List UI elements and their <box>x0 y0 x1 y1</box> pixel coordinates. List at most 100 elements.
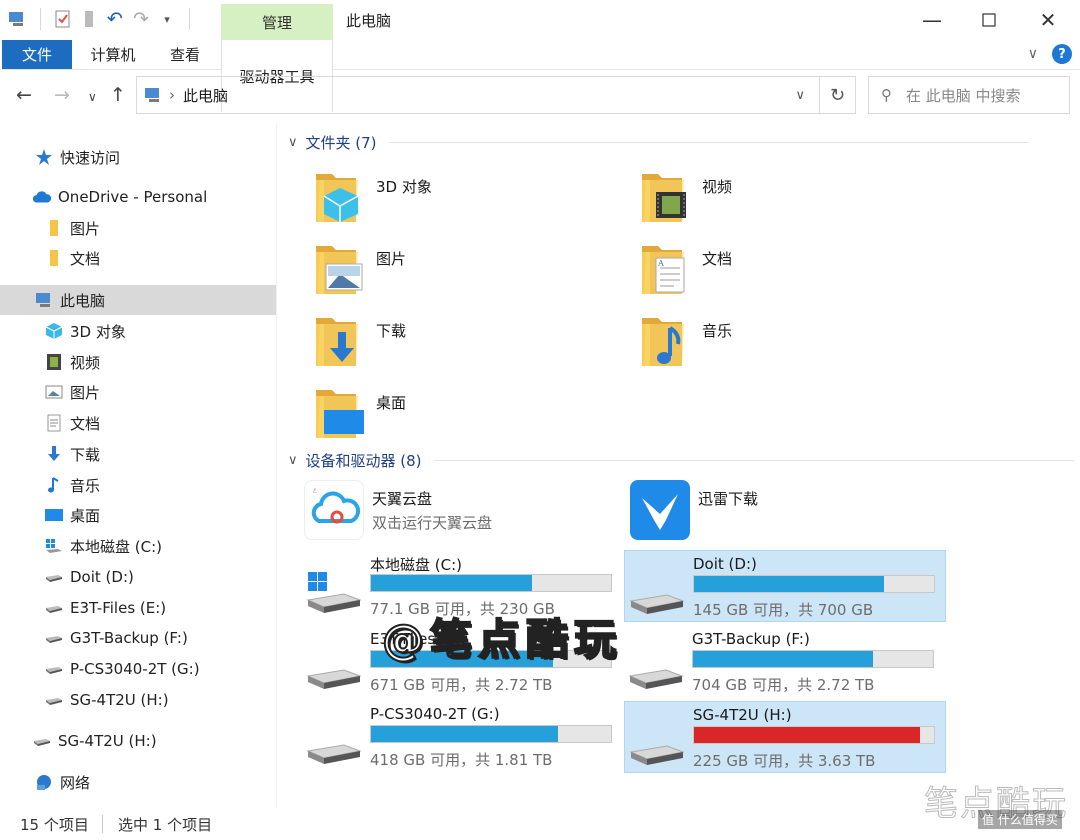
sidebar-item-label: 3D 对象 <box>70 322 126 341</box>
folder-tile[interactable]: 桌面 <box>288 382 608 446</box>
close-button[interactable]: ✕ <box>1020 4 1076 36</box>
folder-name: 下载 <box>376 322 407 340</box>
refresh-button[interactable]: ↻ <box>820 76 856 114</box>
pane-divider[interactable] <box>276 124 277 808</box>
app-name: 迅雷下载 <box>698 490 759 508</box>
manage-tab[interactable]: 管理 <box>221 4 333 40</box>
computer-icon[interactable] <box>8 9 28 29</box>
drive-usage-bar <box>693 575 935 593</box>
sidebar-item[interactable]: 桌面 <box>0 500 276 530</box>
help-icon[interactable]: ? <box>1052 44 1072 64</box>
tab-computer[interactable]: 计算机 <box>78 40 148 69</box>
sidebar-item[interactable]: 视频 <box>0 347 276 377</box>
drive-tile[interactable]: SG-4T2U (H:) 225 GB 可用，共 3.63 TB <box>624 701 946 773</box>
picture-folder-icon <box>312 238 368 298</box>
folder-tile[interactable]: 音乐 <box>614 310 934 374</box>
drive-tile[interactable]: G3T-Backup (F:) 704 GB 可用，共 2.72 TB <box>624 626 946 698</box>
tab-file[interactable]: 文件 <box>2 40 72 69</box>
app-description: 双击运行天翼云盘 <box>372 514 493 532</box>
drive-icon <box>627 569 687 619</box>
sidebar-item[interactable]: SG-4T2U (H:) <box>0 685 276 715</box>
drive-size: 418 GB 可用，共 1.81 TB <box>370 751 553 769</box>
star-icon <box>34 147 54 167</box>
sidebar-item[interactable]: Doit (D:) <box>0 562 276 592</box>
sidebar-item[interactable]: 本地磁盘 (C:) <box>0 531 276 561</box>
group-header-devices[interactable]: ∨ 设备和驱动器 (8) <box>288 450 1074 471</box>
tab-view[interactable]: 查看 <box>152 40 218 69</box>
ribbon: 文件 计算机 查看 驱动器工具 ∨ ? <box>0 40 1080 112</box>
customize-toolbar-icon[interactable]: ▾ <box>157 9 177 29</box>
drive-name: Doit (D:) <box>693 555 757 573</box>
sidebar-item[interactable]: OneDrive - Personal <box>0 182 276 212</box>
drive-icon <box>44 659 64 679</box>
windows-drive-icon <box>304 568 364 618</box>
folder-name: 音乐 <box>702 322 733 340</box>
folder-tile[interactable]: A 文档 <box>614 238 934 302</box>
drive-icon <box>44 628 64 648</box>
drive-usage-fill <box>694 727 920 743</box>
sidebar-item[interactable]: 下载 <box>0 439 276 469</box>
drive-icon <box>626 644 686 694</box>
sidebar-item[interactable]: SG-4T2U (H:) <box>0 726 276 756</box>
folder-name: 图片 <box>376 250 407 268</box>
drive-name: G3T-Backup (F:) <box>692 630 810 648</box>
sidebar-item[interactable]: 网络 <box>0 767 276 797</box>
sidebar-item[interactable]: G3T-Backup (F:) <box>0 623 276 653</box>
sidebar-item[interactable]: P-CS3040-2T (G:) <box>0 654 276 684</box>
drive-icon <box>32 731 52 751</box>
content-pane: ∨ 文件夹 (7) 3D 对象 视频图片 A 文档下载 音乐桌面 ∨ 设备和驱动器 (8… <box>284 124 1074 808</box>
app-xunlei[interactable]: 迅雷下载 <box>626 480 946 544</box>
app-tianyi-cloud[interactable]: ℰ 天翼云盘 双击运行天翼云盘 <box>300 480 620 544</box>
address-bar[interactable]: › 此电脑 ∨ <box>136 76 820 114</box>
sidebar-item-label: SG-4T2U (H:) <box>58 732 157 750</box>
group-header-folders[interactable]: ∨ 文件夹 (7) <box>288 132 1029 153</box>
sidebar-item[interactable]: 音乐 <box>0 470 276 500</box>
new-folder-icon[interactable] <box>79 9 99 29</box>
sidebar-item[interactable]: E3T-Files (E:) <box>0 593 276 623</box>
svg-text:ℰ: ℰ <box>313 488 317 495</box>
desktop-icon <box>44 505 64 525</box>
sidebar-item-label: SG-4T2U (H:) <box>70 691 169 709</box>
folder-tile[interactable]: 3D 对象 <box>288 166 608 230</box>
maximize-button[interactable] <box>961 4 1017 36</box>
undo-icon[interactable]: ↶ <box>105 8 125 30</box>
drive-tile[interactable]: Doit (D:) 145 GB 可用，共 700 GB <box>624 550 946 622</box>
sidebar-item-label: OneDrive - Personal <box>58 188 208 206</box>
sidebar-item-label: 音乐 <box>70 476 101 495</box>
folder-tile[interactable]: 图片 <box>288 238 608 302</box>
sidebar-item[interactable]: 图片 <box>0 213 276 243</box>
drive-tile[interactable]: P-CS3040-2T (G:) 418 GB 可用，共 1.81 TB <box>302 701 624 773</box>
drive-usage-fill <box>371 726 559 742</box>
sidebar-item[interactable]: 此电脑 <box>0 285 276 315</box>
forward-arrow-icon[interactable]: → <box>54 84 70 106</box>
sidebar-item[interactable]: 图片 <box>0 377 276 407</box>
music-folder-icon <box>638 310 694 370</box>
breadcrumb-this-pc[interactable]: 此电脑 <box>183 85 228 106</box>
sidebar-item[interactable]: 3D 对象 <box>0 316 276 346</box>
drive-usage-bar <box>693 726 935 744</box>
sidebar-item[interactable]: 文档 <box>0 408 276 438</box>
address-dropdown-icon[interactable]: ∨ <box>795 88 805 103</box>
expand-ribbon-icon[interactable]: ∨ <box>1028 46 1038 62</box>
group-divider <box>388 142 1029 143</box>
redo-icon[interactable]: ↷ <box>131 8 151 30</box>
xunlei-icon <box>630 480 690 540</box>
computer-icon <box>143 86 163 104</box>
back-arrow-icon[interactable]: ← <box>16 84 32 106</box>
search-input[interactable]: ⚲ 在 此电脑 中搜索 <box>868 76 1070 114</box>
group-divider <box>433 460 1074 461</box>
sidebar-item[interactable]: 快速访问 <box>0 142 276 172</box>
properties-icon[interactable] <box>53 9 73 29</box>
breadcrumb-chevron-icon: › <box>169 86 175 104</box>
folder-name: 3D 对象 <box>376 178 432 196</box>
folder-tile[interactable]: 下载 <box>288 310 608 374</box>
toolbar-divider <box>40 8 41 30</box>
up-arrow-icon[interactable]: ↑ <box>110 84 126 106</box>
sidebar-item-label: 文档 <box>70 414 101 433</box>
recent-locations-icon[interactable]: ∨ <box>88 90 97 104</box>
sidebar-item[interactable]: 文档 <box>0 243 276 273</box>
video-icon <box>44 352 64 372</box>
watermark-text: @笔点酷玩 <box>381 614 623 665</box>
minimize-button[interactable]: — <box>904 4 960 36</box>
folder-tile[interactable]: 视频 <box>614 166 934 230</box>
